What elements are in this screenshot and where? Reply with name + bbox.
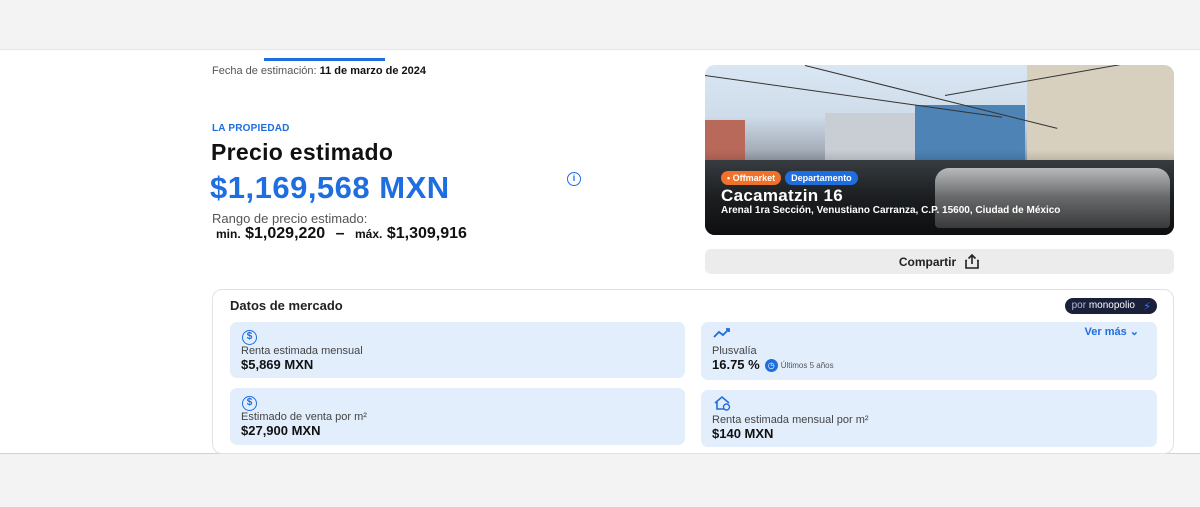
max-value: $1,309,916 bbox=[386, 225, 467, 242]
tile-value: $5,869 MXN bbox=[241, 357, 314, 372]
tile-value: $140 MXN bbox=[712, 426, 774, 441]
see-more-button[interactable]: Ver más ⌄ bbox=[1085, 325, 1139, 338]
page-title: Precio estimado bbox=[211, 139, 394, 165]
period-label: Últimos 5 años bbox=[780, 361, 834, 371]
property-tags: • Offmarket Departamento bbox=[721, 171, 858, 185]
tile-appreciation: Ver más ⌄ Plusvalía 16.75 % ◷ Últimos 5 añ… bbox=[701, 322, 1157, 380]
tag-property-type: Departamento bbox=[785, 171, 858, 185]
see-more-label: Ver más bbox=[1084, 326, 1127, 338]
photo-wire bbox=[705, 75, 1003, 118]
tile-monthly-rent: $ Renta estimada mensual $5,869 MXN bbox=[230, 322, 685, 378]
market-data-title: Datos de mercado bbox=[230, 298, 343, 313]
trend-line-icon bbox=[713, 327, 733, 343]
clock-icon: ◷ bbox=[764, 359, 778, 373]
tile-label: Plusvalía bbox=[712, 345, 757, 357]
min-label: min. bbox=[216, 227, 241, 241]
tag-offmarket: • Offmarket bbox=[721, 171, 782, 185]
info-icon[interactable]: i bbox=[567, 172, 581, 186]
estimation-date: Fecha de estimación: 11 de marzo de 2024 bbox=[212, 65, 426, 77]
tile-label: Estimado de venta por m² bbox=[241, 411, 367, 423]
badge-brand: monopolio bbox=[1088, 300, 1135, 311]
property-address: Arenal 1ra Sección, Venustiano Carranza,… bbox=[721, 205, 1061, 216]
dollar-coin-icon: $ bbox=[242, 393, 262, 411]
tile-value: $27,900 MXN bbox=[241, 423, 321, 438]
estimation-date-label: Fecha de estimación: bbox=[212, 65, 317, 77]
tile-sale-per-m2: $ Estimado de venta por m² $27,900 MXN bbox=[230, 388, 685, 445]
estimation-date-value: 11 de marzo de 2024 bbox=[319, 65, 427, 77]
property-name: Cacamatzin 16 bbox=[721, 186, 844, 205]
estimated-price: $1,169,568 MXN bbox=[210, 170, 450, 205]
price-range: min. $1,029,220 – máx. $1,309,916 bbox=[216, 225, 467, 243]
tile-value-row: 16.75 % ◷ Últimos 5 años bbox=[712, 357, 834, 373]
market-data-card: Datos de mercado por monopolio ⚡ $ Renta… bbox=[212, 289, 1174, 454]
share-label: Compartir bbox=[898, 254, 957, 269]
active-tab-indicator bbox=[264, 58, 385, 61]
share-icon bbox=[965, 254, 979, 269]
share-button[interactable]: Compartir bbox=[705, 249, 1174, 274]
min-value: $1,029,220 bbox=[245, 225, 326, 242]
house-dollar-icon bbox=[713, 395, 733, 411]
bolt-icon: ⚡ bbox=[1143, 301, 1151, 313]
chevron-down-icon: ⌄ bbox=[1129, 326, 1139, 338]
tile-rent-per-m2: Renta estimada mensual por m² $140 MXN bbox=[701, 390, 1157, 447]
tile-value: 16.75 % bbox=[712, 357, 760, 372]
property-photo[interactable]: • Offmarket Departamento Cacamatzin 16 A… bbox=[705, 65, 1174, 235]
tile-label: Renta estimada mensual bbox=[241, 345, 363, 357]
badge-prefix: por bbox=[1071, 300, 1087, 311]
range-separator: – bbox=[335, 225, 345, 242]
tile-label: Renta estimada mensual por m² bbox=[712, 414, 869, 426]
price-range-label: Rango de precio estimado: bbox=[212, 211, 368, 226]
dollar-coin-icon: $ bbox=[242, 327, 262, 345]
monopolio-badge[interactable]: por monopolio ⚡ bbox=[1064, 298, 1157, 314]
section-kicker: LA PROPIEDAD bbox=[212, 123, 290, 134]
max-label: máx. bbox=[355, 227, 383, 241]
